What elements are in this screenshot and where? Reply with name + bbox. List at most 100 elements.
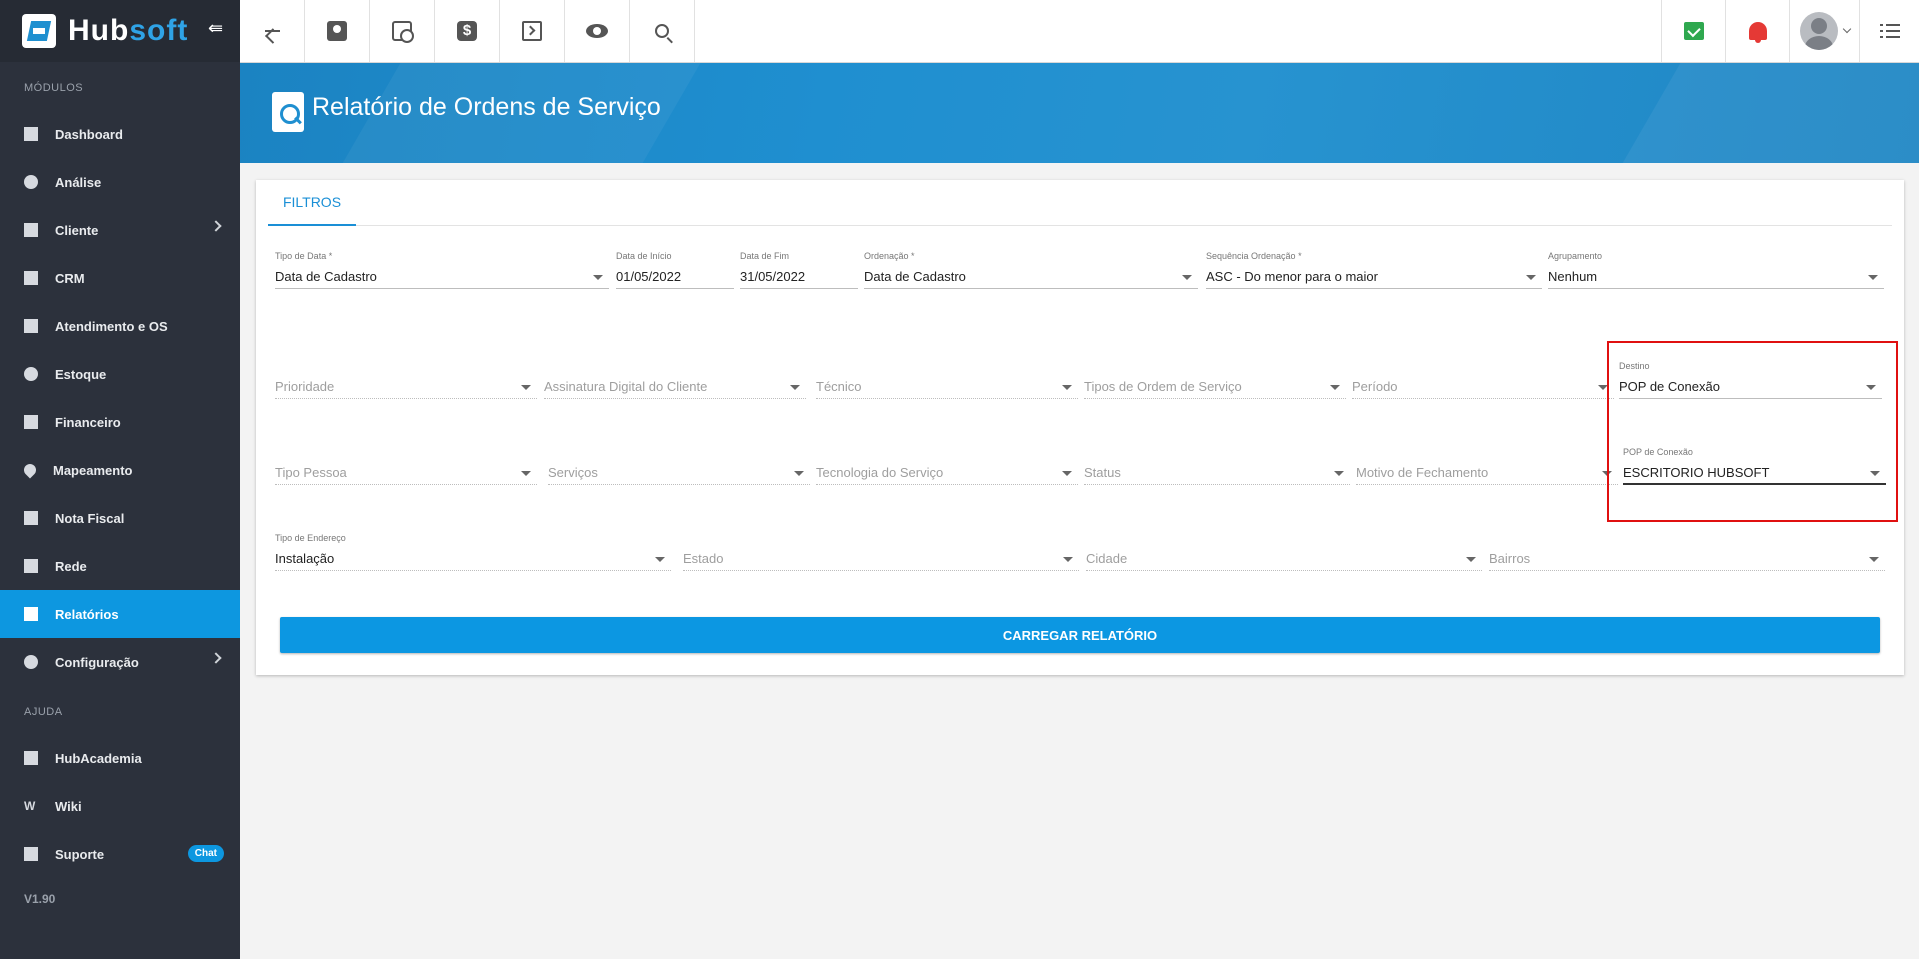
tecnico-select[interactable]: Técnico <box>816 361 1078 399</box>
tab-filtros[interactable]: FILTROS <box>268 180 356 226</box>
agrupamento-select[interactable]: Agrupamento Nenhum <box>1548 251 1884 289</box>
caret-down-icon <box>1062 471 1072 476</box>
menu-list-button[interactable] <box>1859 0 1919 62</box>
bell-icon <box>1748 22 1767 43</box>
terminal-shortcut-button[interactable] <box>500 0 565 62</box>
cidade-select[interactable]: Cidade <box>1086 533 1482 571</box>
collapse-sidebar-icon[interactable]: ⇚ <box>208 18 230 40</box>
sidebar-item-label: Dashboard <box>55 126 123 142</box>
tab-bar: FILTROS <box>268 180 1892 226</box>
sidebar-item-wiki[interactable]: W Wiki <box>0 782 240 830</box>
youtube-icon <box>24 751 38 765</box>
status-select[interactable]: Status <box>1084 447 1350 485</box>
field-label: Ordenação * <box>864 251 915 261</box>
calendar-clock-icon <box>392 21 414 43</box>
sequencia-ordenacao-select[interactable]: Sequência Ordenação * ASC - Do menor par… <box>1206 251 1542 289</box>
estado-select[interactable]: Estado <box>683 533 1079 571</box>
user-menu-button[interactable] <box>1789 0 1859 62</box>
servicos-select[interactable]: Serviços <box>548 447 810 485</box>
field-placeholder: Motivo de Fechamento <box>1356 465 1489 480</box>
tipo-data-select[interactable]: Tipo de Data * Data de Cadastro <box>275 251 609 289</box>
page-title: Relatório de Ordens de Serviço <box>312 93 661 121</box>
section-label-help: AJUDA <box>24 706 63 718</box>
brand[interactable]: Hubsoft ⇚ <box>0 0 240 62</box>
message-check-icon <box>1683 22 1704 40</box>
sidebar-item-atendimento[interactable]: Atendimento e OS <box>0 302 240 350</box>
field-placeholder: Cidade <box>1086 551 1128 566</box>
view-shortcut-button[interactable] <box>565 0 630 62</box>
assinatura-digital-select[interactable]: Assinatura Digital do Cliente <box>544 361 806 399</box>
motivo-fechamento-select[interactable]: Motivo de Fechamento <box>1356 447 1618 485</box>
tipo-endereco-select[interactable]: Tipo de Endereço Instalação <box>275 533 671 571</box>
section-label-modules: MÓDULOS <box>24 82 84 94</box>
back-button[interactable] <box>240 0 305 62</box>
caret-down-icon <box>1526 275 1536 280</box>
financial-shortcut-button[interactable]: $ <box>435 0 500 62</box>
field-placeholder: Período <box>1352 379 1398 394</box>
sidebar-item-suporte[interactable]: Suporte Chat <box>0 830 240 878</box>
sidebar-item-label: Configuração <box>55 654 139 670</box>
field-label: Sequência Ordenação * <box>1206 251 1302 261</box>
money-icon <box>24 415 38 429</box>
box-icon <box>24 367 38 381</box>
calendar-clock-icon <box>24 319 38 333</box>
highlight-annotation <box>1607 341 1898 522</box>
bairros-select[interactable]: Bairros <box>1489 533 1885 571</box>
sidebar-item-hubacademia[interactable]: HubAcademia <box>0 734 240 782</box>
sidebar-item-label: Financeiro <box>55 414 121 430</box>
chat-badge[interactable]: Chat <box>187 845 224 862</box>
sidebar-item-configuracao[interactable]: Configuração <box>0 638 240 686</box>
schedule-shortcut-button[interactable] <box>370 0 435 62</box>
caret-down-icon <box>1062 385 1072 390</box>
periodo-select[interactable]: Período <box>1352 361 1614 399</box>
sidebar-item-label: Rede <box>55 558 87 574</box>
contact-card-icon <box>327 21 347 41</box>
sidebar-item-label: Mapeamento <box>53 462 133 478</box>
search-button[interactable] <box>630 0 695 62</box>
sidebar-item-cliente[interactable]: Cliente <box>0 206 240 254</box>
report-icon <box>24 607 38 621</box>
pie-chart-icon <box>24 175 38 189</box>
tipos-os-select[interactable]: Tipos de Ordem de Serviço <box>1084 361 1346 399</box>
caret-down-icon <box>521 385 531 390</box>
sidebar-item-label: Atendimento e OS <box>55 318 168 334</box>
notifications-button[interactable] <box>1725 0 1789 62</box>
sidebar-item-relatorios[interactable]: Relatórios <box>0 590 240 638</box>
sidebar-item-mapeamento[interactable]: Mapeamento <box>0 446 240 494</box>
caret-down-icon <box>1334 471 1344 476</box>
map-pin-icon <box>21 461 39 479</box>
caret-down-icon <box>655 557 665 562</box>
search-icon <box>655 24 669 38</box>
caret-down-icon <box>593 275 603 280</box>
sidebar-item-nota-fiscal[interactable]: Nota Fiscal <box>0 494 240 542</box>
sidebar-item-label: Cliente <box>55 222 99 238</box>
tipo-pessoa-select[interactable]: Tipo Pessoa <box>275 447 537 485</box>
clients-shortcut-button[interactable] <box>305 0 370 62</box>
sidebar-item-analise[interactable]: Análise <box>0 158 240 206</box>
load-report-button[interactable]: CARREGAR RELATÓRIO <box>280 617 1880 653</box>
arrow-left-icon <box>262 21 282 41</box>
caret-down-icon <box>1330 385 1340 390</box>
dashboard-icon <box>24 127 38 141</box>
page-header: Relatório de Ordens de Serviço <box>240 63 1919 163</box>
sidebar-item-financeiro[interactable]: Financeiro <box>0 398 240 446</box>
data-fim-input[interactable]: Data de Fim 31/05/2022 <box>740 251 858 289</box>
field-placeholder: Status <box>1084 465 1121 480</box>
sidebar-item-rede[interactable]: Rede <box>0 542 240 590</box>
sidebar-item-label: Suporte <box>55 846 105 862</box>
data-inicio-input[interactable]: Data de Início 01/05/2022 <box>616 251 734 289</box>
sidebar-item-dashboard[interactable]: Dashboard <box>0 110 240 158</box>
sidebar-item-estoque[interactable]: Estoque <box>0 350 240 398</box>
prioridade-select[interactable]: Prioridade <box>275 361 537 399</box>
top-toolbar: $ <box>240 0 1919 63</box>
messages-button[interactable] <box>1661 0 1725 62</box>
ordenacao-select[interactable]: Ordenação * Data de Cadastro <box>864 251 1198 289</box>
sidebar-item-crm[interactable]: CRM <box>0 254 240 302</box>
chevron-right-icon <box>210 652 222 664</box>
field-value: ASC - Do menor para o maior <box>1206 269 1378 284</box>
tecnologia-servico-select[interactable]: Tecnologia do Serviço <box>816 447 1078 485</box>
field-value: Data de Cadastro <box>275 269 377 284</box>
chevron-down-icon <box>1842 24 1851 34</box>
sidebar-item-label: Nota Fiscal <box>55 510 125 526</box>
caret-down-icon <box>1063 557 1073 562</box>
